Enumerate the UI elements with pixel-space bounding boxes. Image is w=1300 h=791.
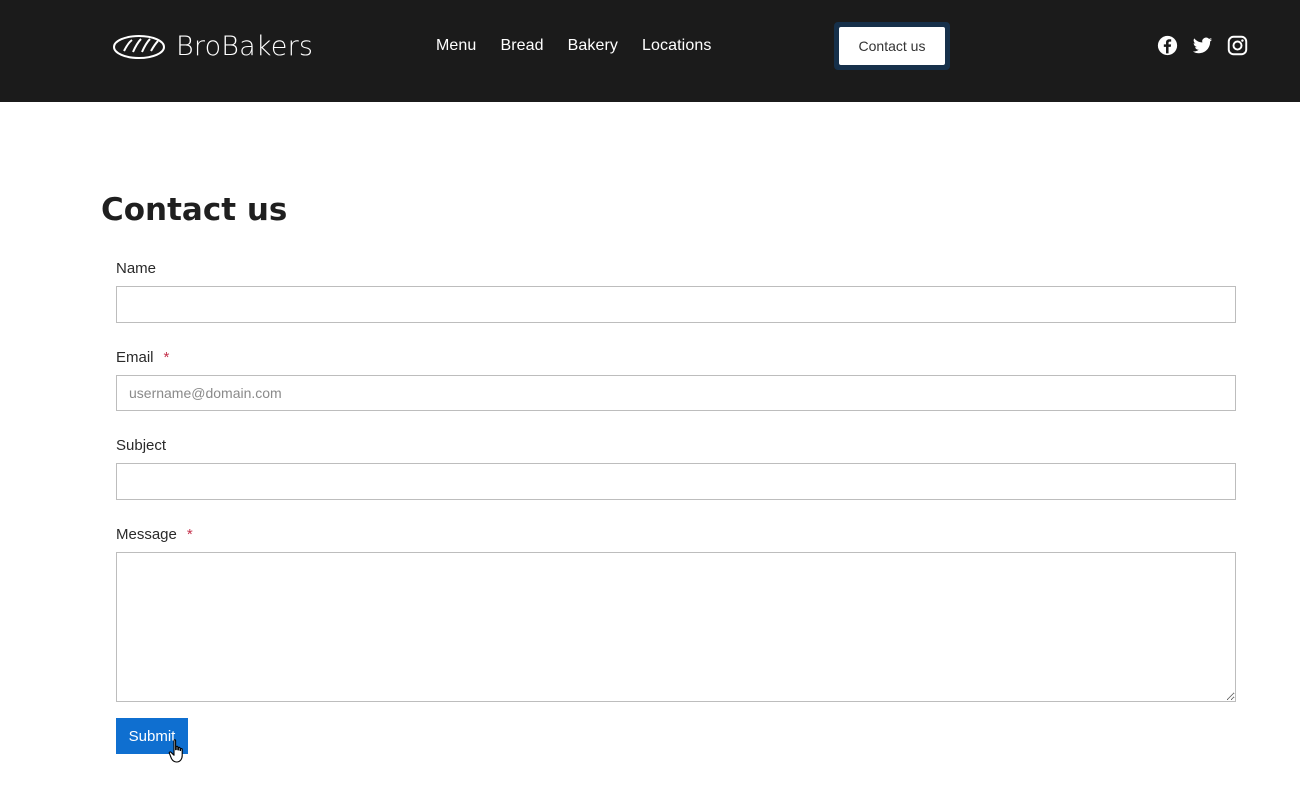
contact-us-button[interactable]: Contact us xyxy=(839,27,945,65)
nav-item-bread[interactable]: Bread xyxy=(500,37,543,55)
instagram-icon[interactable] xyxy=(1227,35,1248,56)
contact-us-button-focus-ring: Contact us xyxy=(834,22,950,70)
required-marker: * xyxy=(186,526,193,543)
email-input[interactable] xyxy=(116,375,1236,411)
nav-item-locations[interactable]: Locations xyxy=(642,37,711,55)
subject-label-text: Subject xyxy=(116,437,167,454)
nav-item-menu[interactable]: Menu xyxy=(436,37,476,55)
name-input[interactable] xyxy=(116,286,1236,323)
subject-label: Subject xyxy=(116,437,166,454)
hand-cursor-icon xyxy=(168,739,183,763)
nav-item-bakery[interactable]: Bakery xyxy=(568,37,618,55)
brand-logo[interactable]: BroBakers xyxy=(112,28,313,64)
social-links xyxy=(1157,35,1248,56)
subject-input[interactable] xyxy=(116,463,1236,500)
facebook-icon[interactable] xyxy=(1157,35,1178,56)
email-label: Email * xyxy=(116,349,169,366)
site-header: BroBakers Menu Bread Bakery Locations Co… xyxy=(0,0,1300,102)
message-textarea[interactable] xyxy=(116,552,1236,702)
twitter-icon[interactable] xyxy=(1192,35,1213,56)
name-label-text: Name xyxy=(116,260,157,277)
brand-name: BroBakers xyxy=(176,30,314,62)
main-nav: Menu Bread Bakery Locations xyxy=(436,35,711,57)
required-marker: * xyxy=(163,349,170,366)
bread-loaf-icon xyxy=(113,35,165,59)
page-title: Contact us xyxy=(101,192,288,228)
name-label: Name xyxy=(116,260,156,277)
email-label-text: Email xyxy=(116,349,154,366)
message-label: Message * xyxy=(116,526,193,543)
message-label-text: Message xyxy=(116,526,177,543)
